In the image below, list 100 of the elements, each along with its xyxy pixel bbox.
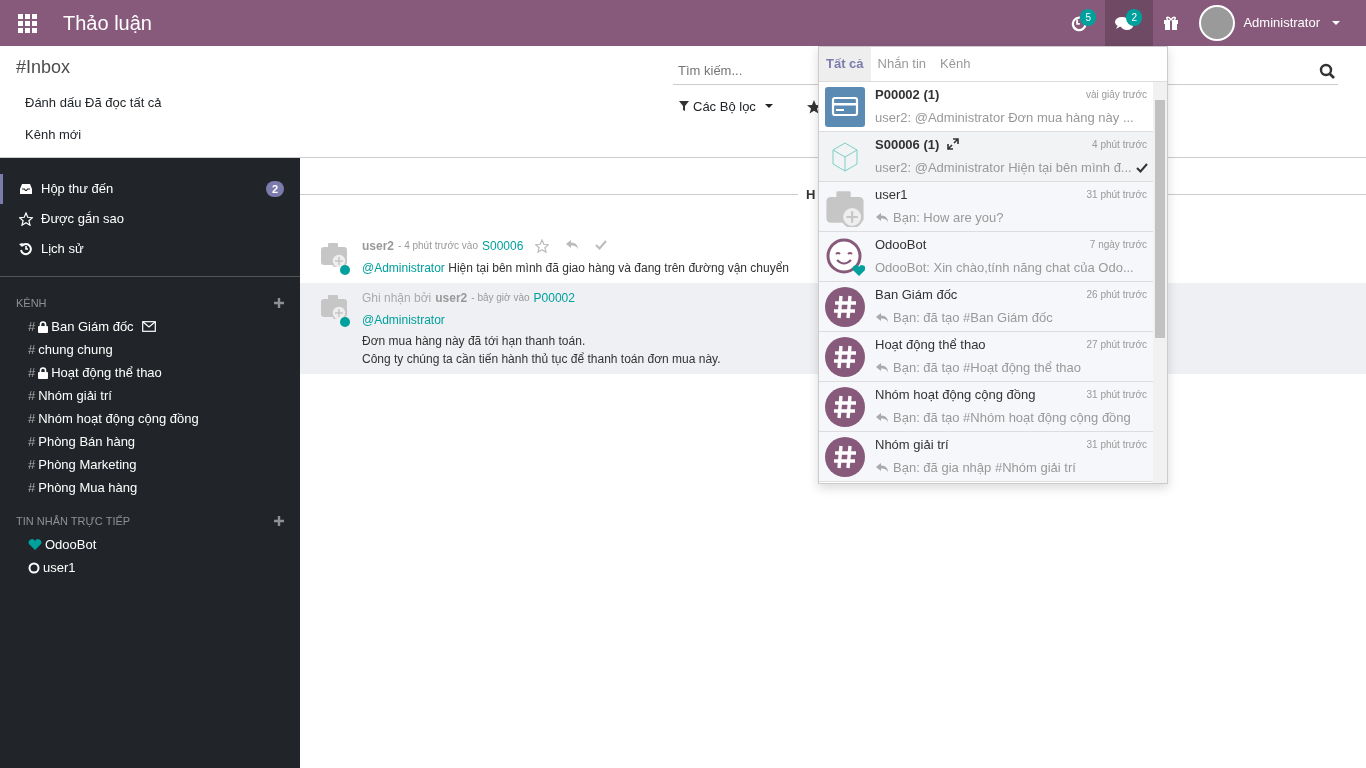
add-icon[interactable] bbox=[274, 298, 284, 308]
message-preview: Bạn: How are you? bbox=[893, 209, 1004, 227]
conversation-preview-item[interactable]: Nhóm hoạt động cộng đồng 31 phút trước Bạn: đã tạo #Nhóm hoạt động cộng đồng bbox=[819, 381, 1153, 432]
channel-label: chung chung bbox=[38, 340, 113, 359]
channel-item[interactable]: # Phòng Marketing bbox=[0, 453, 300, 476]
conversation-name: P00002 (1) bbox=[875, 85, 940, 104]
action-link[interactable]: Kênh mới bbox=[16, 120, 91, 148]
history-icon bbox=[19, 242, 33, 256]
conversation-time: 31 phút trước bbox=[1086, 437, 1147, 452]
check-icon[interactable] bbox=[595, 238, 608, 250]
breadcrumb-title: #Inbox bbox=[16, 56, 72, 79]
conversation-preview-item[interactable]: OdooBot 7 ngày trước OdooBot: Xin chào,tính năng chat của Odo... bbox=[819, 231, 1153, 282]
conversation-preview-item[interactable]: Nhóm giải trí 31 phút trước Bạn: đã gia nhập #Nhóm giải trí bbox=[819, 431, 1153, 482]
circle-icon bbox=[28, 561, 40, 574]
contact-label: user1 bbox=[43, 558, 76, 577]
conversation-preview-item[interactable]: P00002 (1) vài giây trước user2: @Administrator Đơn mua hàng này ... bbox=[819, 81, 1153, 132]
conversation-time: 7 ngày trước bbox=[1089, 237, 1147, 252]
check-icon[interactable] bbox=[1135, 162, 1148, 174]
clock-icon bbox=[1069, 14, 1088, 32]
chat-count-badge: 2 bbox=[1126, 9, 1142, 26]
conversation-time: vài giây trước bbox=[1085, 87, 1147, 102]
direct-message-item[interactable]: user1 bbox=[0, 556, 300, 579]
hashtag-avatar-icon bbox=[825, 436, 865, 477]
hash-mark: # bbox=[28, 478, 36, 497]
channel-item[interactable]: # chung chung bbox=[0, 338, 300, 361]
avatar-placeholder-icon bbox=[320, 292, 348, 319]
star-icon bbox=[806, 100, 821, 115]
unread-count-badge: 2 bbox=[265, 180, 284, 198]
channel-item[interactable]: # Nhóm hoạt động cộng đồng bbox=[0, 407, 300, 430]
message-preview: user2: @Administrator Hiện tại bên mình đ... bbox=[875, 159, 1132, 177]
hash-mark: # bbox=[28, 386, 36, 405]
smiley-face-icon bbox=[825, 236, 865, 277]
conversation-time: 31 phút trước bbox=[1086, 187, 1147, 202]
caret-icon bbox=[1332, 21, 1340, 25]
hashtag-avatar-icon bbox=[825, 336, 865, 377]
channel-item[interactable]: # Hoạt động thể thao bbox=[0, 361, 300, 384]
conversation-preview-item[interactable]: user1 31 phút trước Bạn: How are you? bbox=[819, 181, 1153, 232]
funnel-icon bbox=[679, 101, 689, 112]
app-title: Thảo luận bbox=[63, 11, 152, 36]
conversation-name: OdooBot bbox=[875, 235, 927, 254]
mailbox-label: Được gắn sao bbox=[41, 210, 124, 229]
message-preview: Bạn: đã tạo #Nhóm hoạt động cộng đồng bbox=[893, 409, 1131, 427]
message-preview: Bạn: đã tạo #Ban Giám đốc bbox=[893, 309, 1053, 327]
section-heading: KÊNH bbox=[16, 295, 47, 311]
message-date: - bây giờ vào bbox=[471, 291, 530, 305]
mailbox-item[interactable]: Được gắn sao bbox=[0, 204, 300, 234]
search-icon bbox=[1319, 62, 1335, 79]
conversation-time: 4 phút trước bbox=[1092, 137, 1147, 152]
user-menu-button[interactable]: Administrator bbox=[1189, 0, 1350, 46]
hash-mark: # bbox=[28, 455, 36, 474]
message-date: - 4 phút trước vào bbox=[398, 239, 478, 253]
heart-icon bbox=[28, 538, 42, 551]
scrollbar-thumb[interactable] bbox=[1155, 99, 1165, 338]
channel-item[interactable]: # Phòng Bán hàng bbox=[0, 430, 300, 453]
mailbox-label: Lịch sử bbox=[41, 240, 84, 259]
conversation-preview-item[interactable]: Ban Giám đốc 26 phút trước Bạn: đã tạo #Ban Giám đốc bbox=[819, 281, 1153, 332]
conversation-name: user1 bbox=[875, 185, 908, 204]
avatar-placeholder-icon bbox=[320, 240, 348, 267]
hashtag-avatar-icon bbox=[825, 286, 865, 327]
message-prefix: Ghi nhận bởi bbox=[362, 289, 432, 307]
expand-icon[interactable] bbox=[947, 138, 960, 151]
conversation-name: Hoạt động thể thao bbox=[875, 335, 986, 354]
conversation-name: Nhóm hoạt động cộng đồng bbox=[875, 385, 1036, 404]
channel-item[interactable]: # Phòng Mua hàng bbox=[0, 476, 300, 499]
message-preview: Bạn: đã tạo #Hoạt động thể thao bbox=[893, 359, 1081, 377]
filters-dropdown-button[interactable]: Các Bộ lọc bbox=[673, 92, 782, 120]
activity-count-badge: 5 bbox=[1080, 9, 1096, 26]
conversation-time: 26 phút trước bbox=[1086, 287, 1147, 302]
channel-label: Phòng Marketing bbox=[38, 455, 137, 474]
message-preview: user2: @Administrator Đơn mua hàng này ... bbox=[875, 109, 1134, 127]
hash-mark: # bbox=[28, 409, 36, 428]
add-icon[interactable] bbox=[274, 516, 284, 526]
conversation-time: 27 phút trước bbox=[1086, 337, 1147, 352]
conversation-name: S00006 (1) bbox=[875, 135, 940, 154]
channel-label: Ban Giám đốc bbox=[51, 317, 134, 336]
contact-label: OdooBot bbox=[45, 535, 97, 554]
star-icon[interactable] bbox=[535, 238, 550, 253]
message-text: Công ty chúng ta cần tiến hành thủ tục để thanh toán đơn mua này. bbox=[362, 350, 721, 368]
channel-item[interactable]: # Ban Giám đốc bbox=[0, 315, 300, 338]
avatar-photo-placeholder bbox=[1199, 5, 1236, 41]
star-icon bbox=[19, 212, 33, 226]
channel-label: Phòng Bán hàng bbox=[38, 432, 136, 451]
direct-message-item[interactable]: OdooBot bbox=[0, 533, 300, 556]
mailbox-item[interactable]: Lịch sử bbox=[0, 234, 300, 264]
conversation-preview-item[interactable]: Hoạt động thể thao 27 phút trước Bạn: đã tạo #Hoạt động thể thao bbox=[819, 331, 1153, 382]
conversation-name: Nhóm giải trí bbox=[875, 435, 949, 454]
channel-label: Phòng Mua hàng bbox=[38, 478, 138, 497]
conversation-name: Ban Giám đốc bbox=[875, 285, 958, 304]
hash-mark: # bbox=[28, 317, 36, 336]
message-text: @Administrator Hiện tại bên mình đã giao hàng và đang trên đường vận chuyển bbox=[362, 259, 789, 277]
action-link[interactable]: Đánh dấu Đã đọc tất cả bbox=[16, 89, 171, 117]
conversation-time: 31 phút trước bbox=[1086, 387, 1147, 402]
conversation-preview-item[interactable]: S00006 (1) 4 phút trước user2: @Administrator Hiện tại bên mình đ... bbox=[819, 131, 1153, 182]
message-preview: OdooBot: Xin chào,tính năng chat của Odo... bbox=[875, 259, 1134, 277]
section-heading: TIN NHẮN TRỰC TIẾP bbox=[16, 513, 131, 529]
scrollbar[interactable] bbox=[1153, 81, 1167, 483]
channel-item[interactable]: # Nhóm giải trí bbox=[0, 384, 300, 407]
gift-icon bbox=[1163, 15, 1180, 31]
date-separator-label: H bbox=[806, 186, 816, 204]
message-text: Đơn mua hàng này đã tới hạn thanh toán. bbox=[362, 332, 587, 350]
